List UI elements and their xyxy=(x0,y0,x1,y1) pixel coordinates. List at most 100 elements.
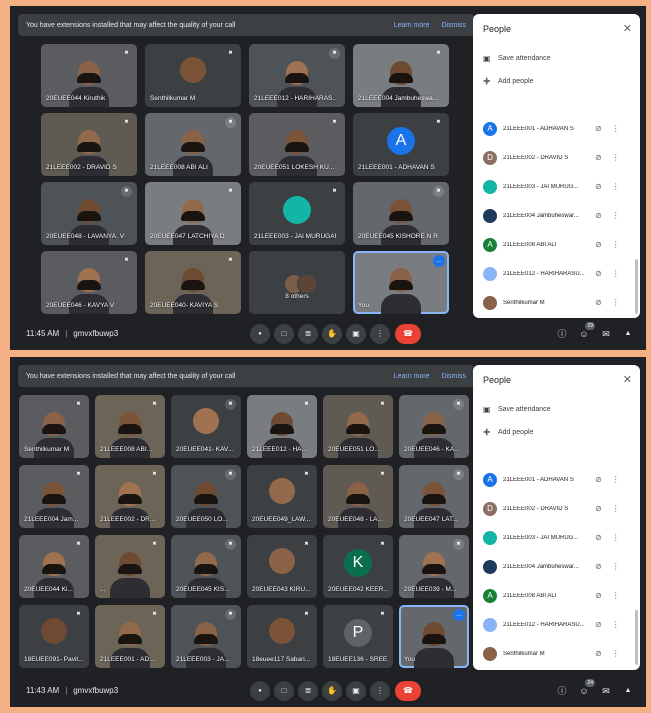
participant-tile[interactable]: P ✖ 18EUEE136 - SREE... xyxy=(323,605,393,668)
raise-hand-button[interactable]: ✋ xyxy=(322,324,342,344)
participant-tile[interactable]: ✖ 21LEEE003 - JA... xyxy=(171,605,241,668)
participant-tile[interactable]: ✖ 20EUEE050 LO... xyxy=(171,465,241,528)
participant-row[interactable]: 21LEEE003 - JAI MURUG... ⊘ ⋮ xyxy=(473,172,640,201)
participant-row[interactable]: D 21LEEE002 - DRAVID S ⊘ ⋮ xyxy=(473,494,640,523)
participant-row[interactable]: 21LEEE004 Jambuheswar... ⊘ ⋮ xyxy=(473,201,640,230)
learn-more-link[interactable]: Learn more xyxy=(394,22,430,29)
participant-tile[interactable]: ✖ 20EUEE040- KAVIYA S xyxy=(145,251,241,314)
participant-tile[interactable]: ✖ 21LEEE004 Jambuheswa... xyxy=(353,44,449,107)
participant-tile[interactable]: ✖ 20EUEE041- KAV... xyxy=(171,395,241,458)
meeting-info-icon[interactable]: ⓘ xyxy=(554,326,570,342)
participant-tile[interactable]: A ✖ 21LEEE001 - ADHAVAN S xyxy=(353,113,449,176)
dismiss-link[interactable]: Dismiss xyxy=(442,373,467,380)
add-people-button[interactable]: ➕ Add people xyxy=(483,78,533,85)
participant-tile[interactable]: ✖ 21LEEE012 - HARIHARAS... xyxy=(249,44,345,107)
participant-tile[interactable]: ✖ Senthilkumar M xyxy=(145,44,241,107)
participant-tile[interactable]: ✖ 20EUEE051 LOKESH KU... xyxy=(249,113,345,176)
more-options-icon[interactable]: ⋮ xyxy=(612,182,620,191)
mic-button[interactable]: ● xyxy=(250,681,270,701)
participant-tile[interactable]: ✖ 18euее117 Sabari... xyxy=(247,605,317,668)
participant-tile[interactable]: ✖ 20EUEE047 LATCHIYA D xyxy=(145,182,241,245)
more-options-icon[interactable]: ⋮ xyxy=(612,298,620,307)
participant-tile[interactable]: ✖ 20EUEE046 - KA... xyxy=(399,395,469,458)
mic-button[interactable]: ● xyxy=(250,324,270,344)
more-options-icon[interactable]: ⋮ xyxy=(612,124,620,133)
camera-button[interactable]: □ xyxy=(274,681,294,701)
more-options-button[interactable]: ⋮ xyxy=(370,681,390,701)
participant-row[interactable]: A 21LEEE008 ABI ALI ⊘ ⋮ xyxy=(473,230,640,259)
scrollbar[interactable] xyxy=(635,259,638,314)
captions-button[interactable]: ≣ xyxy=(298,681,318,701)
participant-tile[interactable]: ✖ 20EUEE048 - LAVANYA. V xyxy=(41,182,137,245)
participant-tile[interactable]: … You xyxy=(399,605,469,668)
participant-tile[interactable]: ✖ 21LEEE002 - DRAVID S xyxy=(41,113,137,176)
more-options-icon[interactable]: ⋮ xyxy=(612,475,620,484)
participant-tile[interactable]: ✖ 20EUEE043 KIRU... xyxy=(247,535,317,598)
participant-tile[interactable]: ✖ 20EUEE046 - KAVYA V xyxy=(41,251,137,314)
more-options-icon[interactable]: ⋮ xyxy=(612,533,620,542)
participant-row[interactable]: 21LEEE012 - HARIHARASU... ⊘ ⋮ xyxy=(473,259,640,288)
save-attendance-button[interactable]: ▣ Save attendance xyxy=(483,54,551,63)
present-button[interactable]: ▣ xyxy=(346,681,366,701)
participant-tile[interactable]: … You xyxy=(353,251,449,314)
activities-icon[interactable]: ▲ xyxy=(620,683,636,699)
chat-icon[interactable]: ✉ xyxy=(598,326,614,342)
more-options-icon[interactable]: ⋮ xyxy=(612,620,620,629)
more-options-icon[interactable]: ⋮ xyxy=(612,240,620,249)
participant-row[interactable]: 21LEEE012 - HARIHARASU... ⊘ ⋮ xyxy=(473,610,640,639)
people-icon[interactable]: ☺ 24 xyxy=(576,679,595,699)
participant-tile[interactable]: ✖ 20EUEE047 LAT... xyxy=(399,465,469,528)
end-call-button[interactable]: ☎ xyxy=(395,324,421,344)
participant-row[interactable]: A 21LEEE001 - ADHAVAN S ⊘ ⋮ xyxy=(473,114,640,143)
close-icon[interactable]: ✕ xyxy=(623,22,632,35)
participant-tile[interactable]: ✖ 21LEEE004 Jam... xyxy=(19,465,89,528)
participant-row[interactable]: Senthilkumar M ⊘ ⋮ xyxy=(473,288,640,317)
participant-tile[interactable]: K ✖ 20EUEE042 KEER... xyxy=(323,535,393,598)
participant-tile[interactable]: ✖ 20EUEE049_LAW... xyxy=(247,465,317,528)
people-icon[interactable]: ☺ 29 xyxy=(576,322,595,342)
more-options-icon[interactable]: ⋮ xyxy=(612,504,620,513)
participant-tile[interactable]: ✖ 21LEEE008 ABI ALI xyxy=(145,113,241,176)
more-options-button[interactable]: ⋮ xyxy=(370,324,390,344)
participant-row[interactable]: 21LEEE004 Jambuheswar... ⊘ ⋮ xyxy=(473,552,640,581)
more-options-icon[interactable]: ⋮ xyxy=(612,591,620,600)
captions-button[interactable]: ≣ xyxy=(298,324,318,344)
participant-row[interactable]: A 21LEEE001 - ADHAVAN S ⊘ ⋮ xyxy=(473,465,640,494)
participant-row[interactable]: A 21LEEE008 ABI ALI ⊘ ⋮ xyxy=(473,581,640,610)
participant-row[interactable]: Senthilkumar M ⊘ ⋮ xyxy=(473,639,640,668)
participant-tile[interactable]: ✖ 18EUEE091- Pavit... xyxy=(19,605,89,668)
participant-tile[interactable]: ✖ 21LEEE003 - JAI MURUGAN xyxy=(249,182,345,245)
participant-tile[interactable]: ✖ 21LEEE008 ABI... xyxy=(95,395,165,458)
participant-row[interactable]: D 21LEEE002 - DRAVID S ⊘ ⋮ xyxy=(473,143,640,172)
participant-row[interactable]: 21LEEE003 - JAI MURUG... ⊘ ⋮ xyxy=(473,523,640,552)
scrollbar[interactable] xyxy=(635,610,638,665)
participant-tile[interactable]: ✖ 20EUEE051 LO... xyxy=(323,395,393,458)
participant-tile[interactable]: ✖ 21LEEE001 - AD... xyxy=(95,605,165,668)
participant-tile[interactable]: ✖ 20EUEE044 Ki... xyxy=(19,535,89,598)
participant-tile[interactable]: ✖ 20EUEE048 - LA... xyxy=(323,465,393,528)
meeting-info-icon[interactable]: ⓘ xyxy=(554,683,570,699)
participant-tile[interactable]: ✖... xyxy=(95,535,165,598)
save-attendance-button[interactable]: ▣ Save attendance xyxy=(483,405,551,414)
participant-tile[interactable]: ✖ 21LEEE012 - HA... xyxy=(247,395,317,458)
participant-tile[interactable]: ✖ 20EUEE039 - M... xyxy=(399,535,469,598)
more-options-icon[interactable]: ⋮ xyxy=(612,649,620,658)
participant-tile[interactable]: ✖ 20EUEE045 KISHORE N R xyxy=(353,182,449,245)
participant-tile[interactable]: ✖ 20EUEE045 KIS... xyxy=(171,535,241,598)
more-options-icon[interactable]: ⋮ xyxy=(612,269,620,278)
activities-icon[interactable]: ▲ xyxy=(620,326,636,342)
more-options-icon[interactable]: ⋮ xyxy=(612,211,620,220)
camera-button[interactable]: □ xyxy=(274,324,294,344)
learn-more-link[interactable]: Learn more xyxy=(394,373,430,380)
present-button[interactable]: ▣ xyxy=(346,324,366,344)
participant-tile[interactable]: 8 others xyxy=(249,251,345,314)
more-options-icon[interactable]: ⋮ xyxy=(612,562,620,571)
participant-tile[interactable]: ✖ 20EUEE044 Kiruthik xyxy=(41,44,137,107)
dismiss-link[interactable]: Dismiss xyxy=(442,22,467,29)
chat-icon[interactable]: ✉ xyxy=(598,683,614,699)
add-people-button[interactable]: ➕ Add people xyxy=(483,429,533,436)
end-call-button[interactable]: ☎ xyxy=(395,681,421,701)
more-options-icon[interactable]: ⋮ xyxy=(612,153,620,162)
participant-tile[interactable]: ✖ 21LEEE002 - DR... xyxy=(95,465,165,528)
close-icon[interactable]: ✕ xyxy=(623,373,632,386)
